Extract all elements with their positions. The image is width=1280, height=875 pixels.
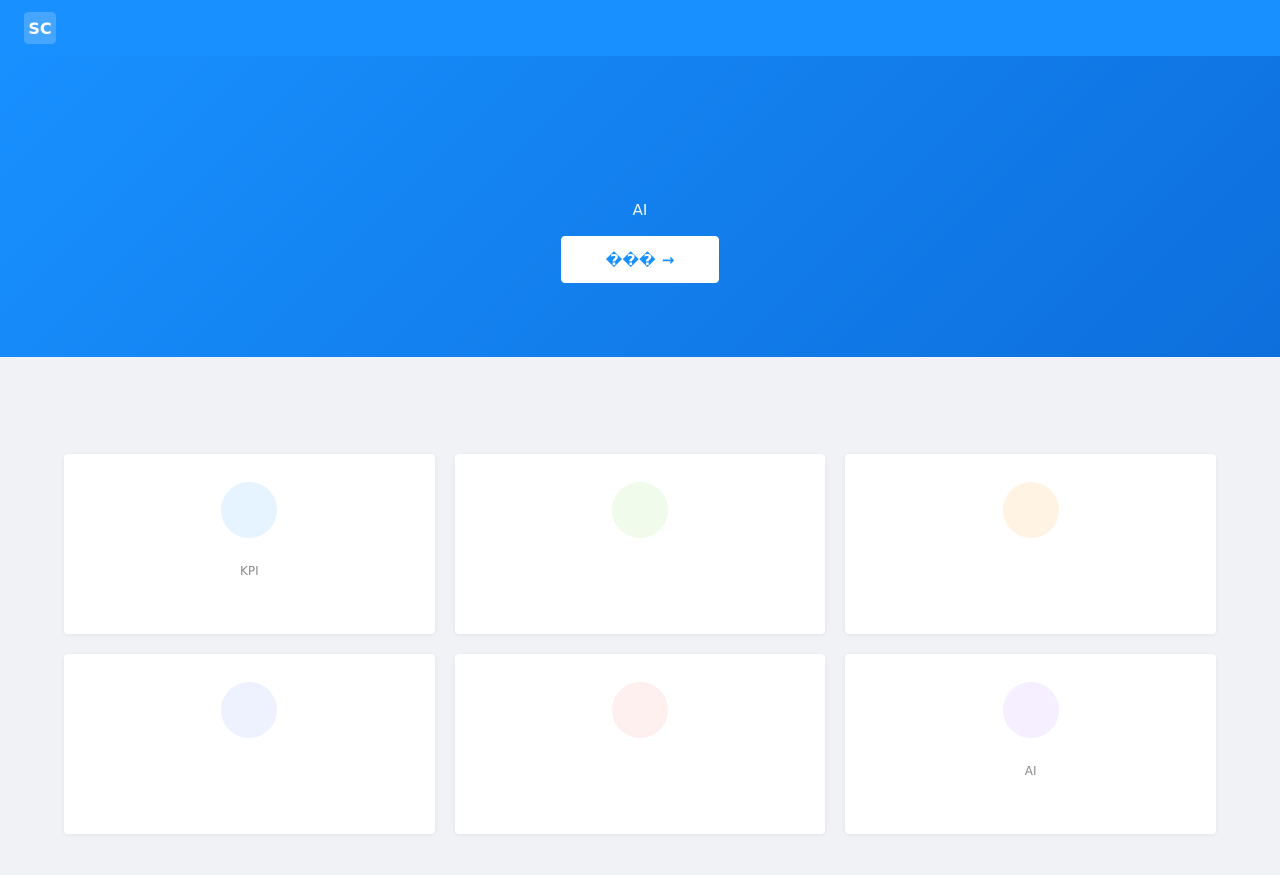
nav-link-2[interactable] xyxy=(1224,22,1256,34)
feature-icon-6 xyxy=(1002,682,1059,738)
feature-icon-2 xyxy=(611,482,668,538)
top-navigation-bar: SC xyxy=(0,0,1280,56)
feature-icon-5 xyxy=(611,682,668,738)
hero-cta-label: ��� xyxy=(605,250,656,269)
feature-card[interactable] xyxy=(845,454,1216,634)
hero-subtitle: AI xyxy=(632,201,648,219)
hero-cta-button[interactable]: ��� → xyxy=(561,236,719,283)
feature-card-grid: KPI AI xyxy=(64,454,1216,834)
feature-icon-3 xyxy=(1002,482,1059,538)
feature-card[interactable] xyxy=(64,654,435,834)
feature-icon-1 xyxy=(221,482,278,538)
feature-card[interactable]: AI xyxy=(845,654,1216,834)
feature-card[interactable] xyxy=(454,454,826,634)
feature-card-description: KPI xyxy=(240,564,259,578)
nav-link-1[interactable] xyxy=(1183,22,1215,34)
feature-card-description: AI xyxy=(1024,764,1037,778)
header-nav xyxy=(1183,22,1256,34)
brand[interactable]: SC xyxy=(24,12,64,44)
feature-card[interactable]: KPI xyxy=(64,454,435,634)
hero-banner: AI ��� → xyxy=(0,56,1280,357)
feature-card[interactable] xyxy=(454,654,826,834)
app-logo: SC xyxy=(24,12,56,44)
feature-icon-4 xyxy=(221,682,278,738)
arrow-right-icon: → xyxy=(661,250,675,269)
